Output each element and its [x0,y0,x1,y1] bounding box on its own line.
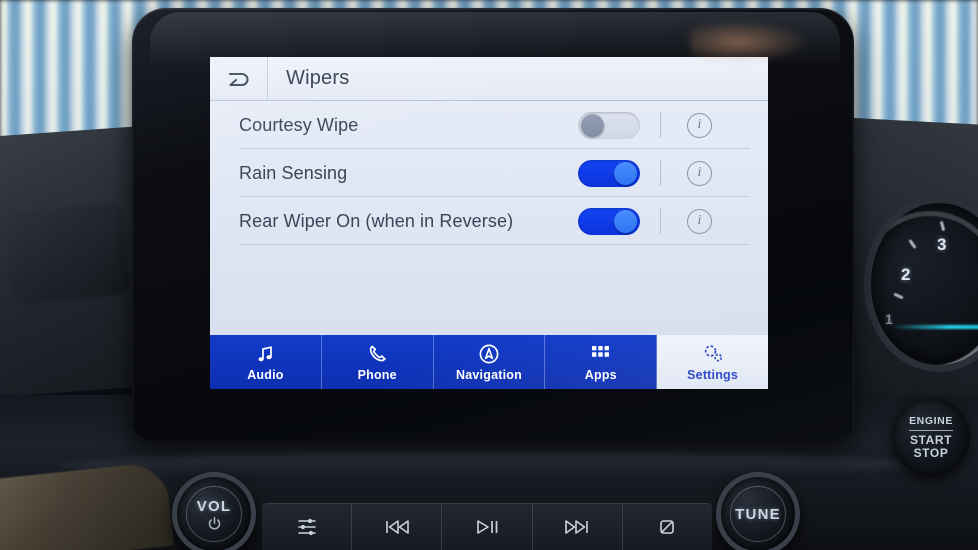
next-track-button[interactable] [533,504,623,550]
toggle-knob [614,161,637,185]
cluster-accent-line [891,325,978,329]
back-arrow-icon [228,72,248,86]
tach-label-2: 2 [901,265,911,284]
tachometer-ring [871,211,978,365]
nav-label: Settings [687,367,739,382]
toggle-rear-wiper[interactable] [578,207,640,235]
bezel-reflection [690,20,810,64]
volume-knob-label: VOL [196,497,232,515]
volume-knob[interactable]: VOL [172,472,256,550]
engine-start-stop-button[interactable]: ENGINE START STOP [892,398,970,476]
row-divider [660,208,661,234]
toggle-knob [581,113,604,137]
console-sheen [60,452,920,478]
nav-label: Audio [247,367,284,382]
engine-label: ENGINE [909,414,953,427]
phone-handset-icon [367,343,388,365]
bottom-navigation-bar: Audio Phone Navigation Apps Settings [210,335,768,389]
engine-button-rule [909,429,953,432]
grid-apps-icon [590,343,611,365]
info-icon[interactable]: i [687,112,712,138]
nav-item-apps[interactable]: Apps [545,335,658,389]
row-label: Courtesy Wipe [239,114,359,135]
nav-item-settings[interactable]: Settings [657,335,768,389]
next-track-icon [565,520,589,534]
row-divider [660,160,661,186]
play-pause-icon [477,520,498,534]
play-pause-button[interactable] [442,504,533,550]
nav-label: Navigation [456,367,522,382]
settings-row-courtesy-wipe[interactable]: Courtesy Wipe i [210,101,768,149]
car-interior-scene: 1 2 3 Wipers Courtesy Wipe i Rain Sensin… [0,0,978,550]
equalizer-sliders-icon [297,518,316,536]
row-divider [660,112,661,138]
tune-knob[interactable]: TUNE [716,472,800,550]
mute-slash-icon [660,520,675,534]
compass-circle-icon [478,343,500,365]
toggle-knob [614,209,637,233]
tune-knob-label: TUNE [735,505,781,523]
screen-header: Wipers [210,57,768,101]
tach-label-3: 3 [937,235,947,254]
nav-label: Phone [357,367,397,382]
previous-track-icon [385,520,409,534]
infotainment-screen[interactable]: Wipers Courtesy Wipe i Rain Sensing i Re… [210,57,768,389]
back-button[interactable] [210,57,268,100]
toggle-courtesy-wipe[interactable] [578,111,640,139]
gears-icon [701,343,725,365]
settings-row-rain-sensing[interactable]: Rain Sensing i [210,149,768,197]
media-button-strip [262,503,712,550]
toggle-rain-sensing[interactable] [578,159,640,187]
info-icon[interactable]: i [687,208,712,234]
air-vent-left [3,202,131,306]
start-stop-label: START STOP [909,433,953,460]
row-label: Rear Wiper On (when in Reverse) [239,210,514,231]
nav-item-audio[interactable]: Audio [210,335,322,389]
info-icon[interactable]: i [687,160,712,186]
power-icon [208,516,220,529]
previous-track-button[interactable] [352,504,443,550]
nav-label: Apps [584,367,617,382]
settings-row-rear-wiper[interactable]: Rear Wiper On (when in Reverse) i [210,197,768,245]
equalizer-button[interactable] [262,504,353,550]
nav-item-phone[interactable]: Phone [322,335,434,389]
music-note-icon [255,343,275,365]
page-title: Wipers [286,67,350,89]
mute-button[interactable] [623,504,712,550]
row-label: Rain Sensing [239,162,348,183]
nav-item-navigation[interactable]: Navigation [434,335,546,389]
